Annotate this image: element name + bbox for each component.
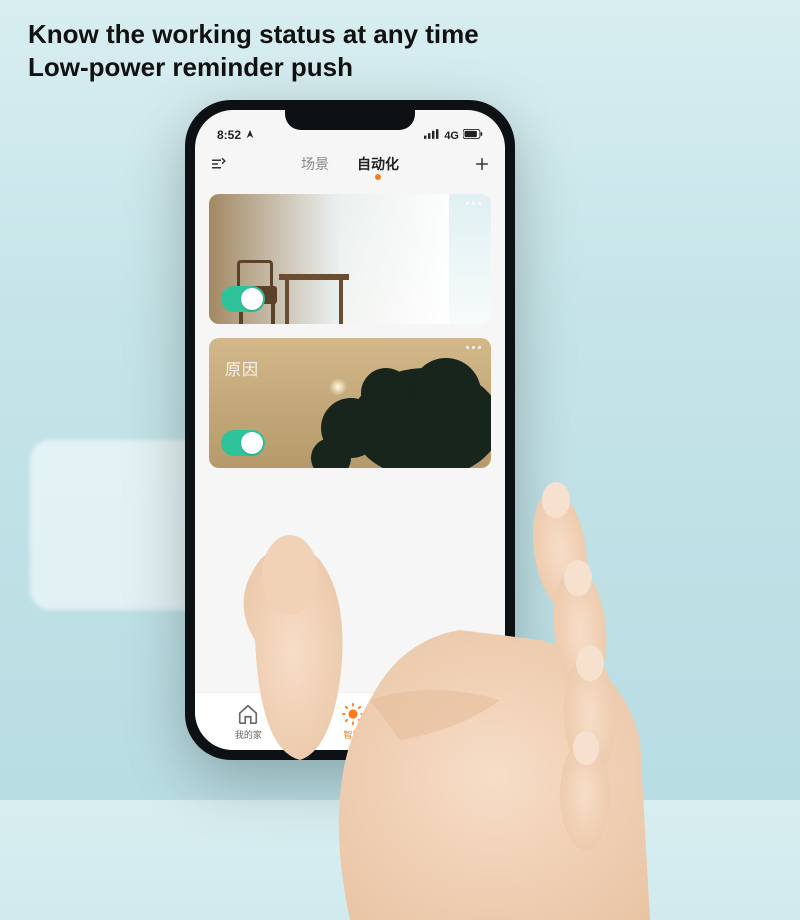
home-icon	[237, 703, 259, 727]
card-toggle[interactable]	[221, 430, 265, 456]
signal-icon	[424, 129, 440, 142]
phone-notch	[285, 110, 415, 130]
sun-icon	[342, 703, 364, 727]
status-time: 8:52	[217, 128, 241, 142]
card-toggle[interactable]	[221, 286, 265, 312]
card-label: 原因	[225, 356, 259, 380]
nav-label: 我的家	[235, 728, 262, 741]
automation-card[interactable]	[209, 194, 491, 324]
nav-label: 智能	[343, 728, 361, 741]
add-icon[interactable]	[473, 155, 491, 178]
card-menu-icon[interactable]	[466, 346, 481, 349]
nav-home[interactable]: 我的家	[235, 703, 262, 741]
tab-scene[interactable]: 场景	[301, 154, 329, 178]
tabs: 场景 自动化	[301, 154, 399, 178]
tab-automation[interactable]: 自动化	[357, 154, 399, 178]
phone-screen: 8:52 4G 场景 自动化	[195, 110, 505, 750]
notification-badge	[460, 701, 466, 707]
bottom-nav: 我的家 智能 我	[195, 692, 505, 750]
nav-smart[interactable]: 智能	[342, 703, 364, 741]
card-menu-icon[interactable]	[466, 202, 481, 205]
card-list: 原因	[195, 184, 505, 492]
sort-icon[interactable]	[209, 155, 227, 178]
automation-card[interactable]: 原因	[209, 338, 491, 468]
app-header: 场景 自动化	[195, 144, 505, 184]
phone-frame: 8:52 4G 场景 自动化	[185, 100, 515, 760]
promo-headline: Know the working status at any time Low-…	[28, 18, 479, 83]
battery-icon	[463, 129, 483, 142]
network-label: 4G	[444, 130, 459, 142]
nav-label: 我	[450, 728, 459, 741]
location-icon	[245, 128, 255, 142]
nav-me[interactable]: 我	[443, 703, 465, 741]
